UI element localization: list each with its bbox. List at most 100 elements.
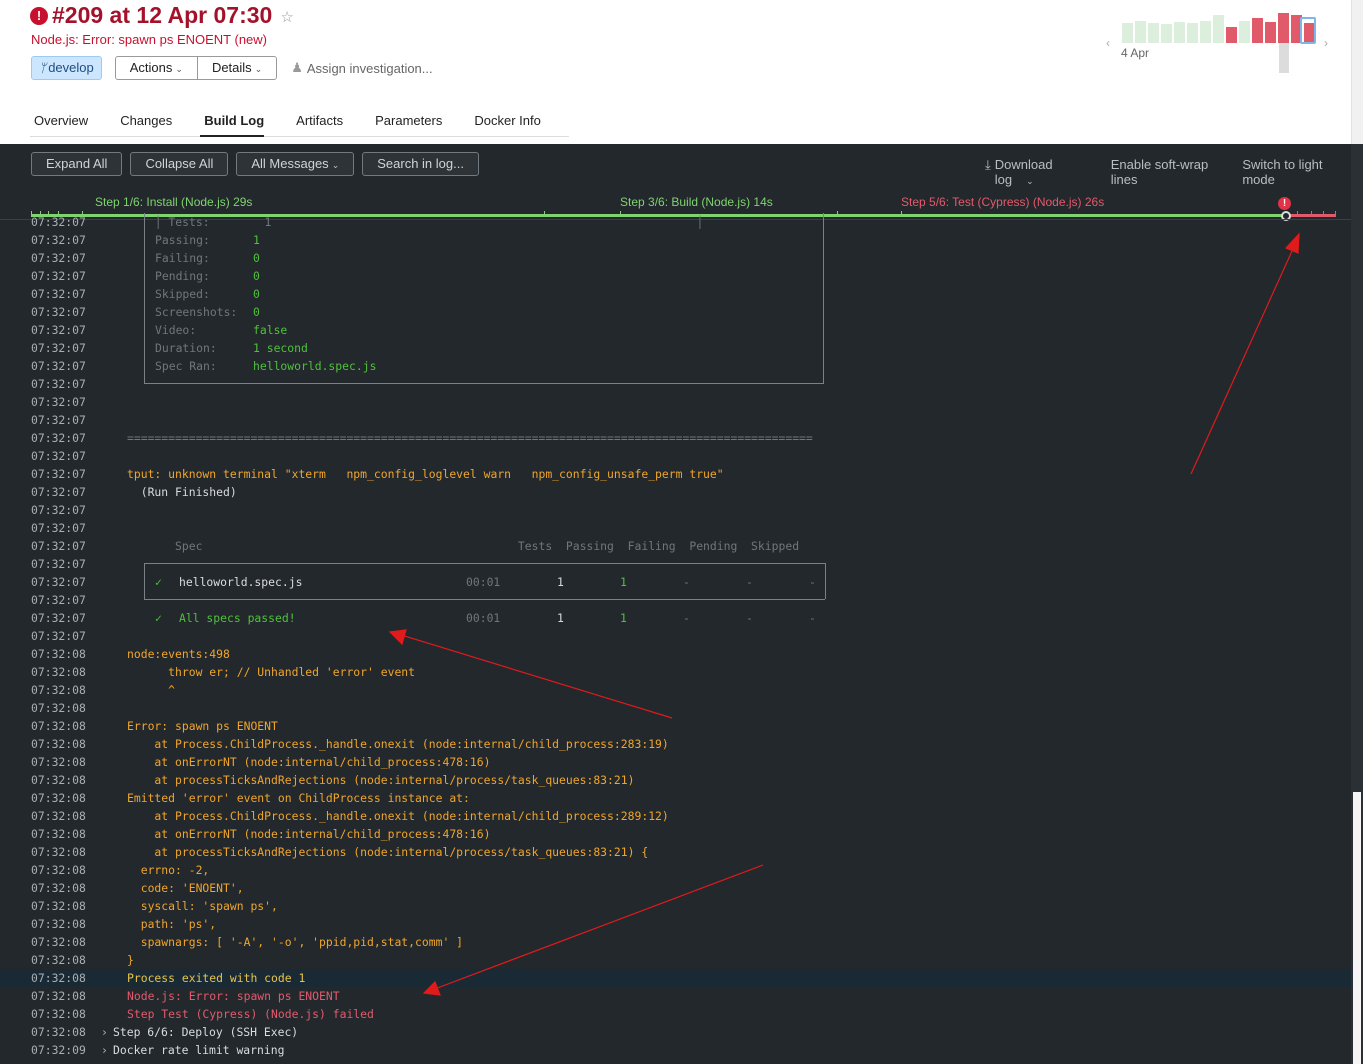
build-header: ! #209 at 12 Apr 07:30 ☆ Node.js: Error:… <box>0 0 1363 144</box>
expand-all-button[interactable]: Expand All <box>31 152 123 176</box>
log-line[interactable]: 07:32:07 <box>0 591 1351 609</box>
log-line[interactable]: 07:32:08 path: 'ps', <box>0 915 1351 933</box>
log-line[interactable]: 07:32:08 throw er; // Unhandled 'error' … <box>0 663 1351 681</box>
log-line[interactable]: 07:32:08 at processTicksAndRejections (n… <box>0 843 1351 861</box>
log-timestamp: 07:32:08 <box>31 845 86 859</box>
log-line[interactable]: 07:32:09 Docker rate limit warning › <box>0 1041 1351 1059</box>
log-line[interactable]: 07:32:08 at processTicksAndRejections (n… <box>0 771 1351 789</box>
history-bar[interactable] <box>1174 22 1185 43</box>
results-key: Screenshots: <box>155 305 238 319</box>
log-line[interactable]: 07:32:07 Spec Tests Passing Failing Pend… <box>0 537 1351 555</box>
log-line[interactable]: 07:32:07 │ Tests: 1 │ <box>0 213 1351 231</box>
step-1-label[interactable]: Step 1/6: Install (Node.js) 29s <box>95 195 252 209</box>
build-history-chart[interactable]: ‹ › 4 Apr <box>1104 10 1344 76</box>
log-line[interactable]: 07:32:07 <box>0 555 1351 573</box>
collapse-all-button[interactable]: Collapse All <box>130 152 229 176</box>
messages-filter-dropdown[interactable]: All Messages ⌄ <box>236 152 355 176</box>
log-line[interactable]: 07:32:07 ================================… <box>0 429 1351 447</box>
log-line[interactable]: 07:32:07 tput: unknown terminal "xterm np… <box>0 465 1351 483</box>
branch-icon: ᛘ <box>39 61 47 75</box>
tab-docker-info[interactable]: Docker Info <box>470 110 540 136</box>
log-line[interactable]: 07:32:08 errno: -2, <box>0 861 1351 879</box>
history-bar[interactable] <box>1187 23 1198 43</box>
log-timestamp: 07:32:08 <box>31 809 86 823</box>
log-line[interactable]: 07:32:07 <box>0 411 1351 429</box>
build-status-text[interactable]: Node.js: Error: spawn ps ENOENT (new) <box>31 32 267 47</box>
log-line[interactable]: 07:32:08 at onErrorNT (node:internal/chi… <box>0 753 1351 771</box>
details-button[interactable]: Details ⌄ <box>196 57 276 79</box>
tab-overview[interactable]: Overview <box>30 110 88 136</box>
history-bar[interactable] <box>1213 15 1224 43</box>
history-bar[interactable] <box>1265 22 1276 43</box>
log-line[interactable]: 07:32:08 <box>0 699 1351 717</box>
log-timestamp: 07:32:08 <box>31 773 86 787</box>
step-5-label[interactable]: Step 5/6: Test (Cypress) (Node.js) 26s <box>901 195 1104 209</box>
log-line[interactable]: 07:32:07 Video: false <box>0 321 1351 339</box>
header-scrollbar[interactable] <box>1351 0 1363 144</box>
timeline-error-icon[interactable]: ! <box>1278 197 1291 210</box>
history-bar[interactable] <box>1200 21 1211 43</box>
history-bar[interactable] <box>1239 21 1250 43</box>
log-line[interactable]: 07:32:08} <box>0 951 1351 969</box>
log-line[interactable]: 07:32:07 Skipped: 0 <box>0 285 1351 303</box>
log-line[interactable]: 07:32:07 (Run Finished) <box>0 483 1351 501</box>
log-line[interactable]: 07:32:07 <box>0 627 1351 645</box>
log-line[interactable]: 07:32:08 Step Test (Cypress) (Node.js) fa… <box>0 1005 1351 1023</box>
log-line[interactable]: 07:32:07 Screenshots: 0 <box>0 303 1351 321</box>
assign-investigation-link[interactable]: ♟ Assign investigation... <box>291 60 432 76</box>
log-line[interactable]: 07:32:07 Pending: 0 <box>0 267 1351 285</box>
favorite-star-icon[interactable]: ☆ <box>280 8 293 26</box>
log-line[interactable]: 07:32:08 syscall: 'spawn ps', <box>0 897 1351 915</box>
log-line[interactable]: 07:32:07 <box>0 501 1351 519</box>
log-line[interactable]: 07:32:08 spawnargs: [ '-A', '-o', 'ppid,… <box>0 933 1351 951</box>
log-line[interactable]: 07:32:07 ✓ All specs passed! 00:01 1 1 - - - <box>0 609 1351 627</box>
log-line[interactable]: 07:32:07 <box>0 519 1351 537</box>
log-line[interactable]: 07:32:08 node:events:498 <box>0 645 1351 663</box>
download-log-button[interactable]: Download log ⌄ <box>995 157 1100 187</box>
log-line[interactable]: 07:32:08 code: 'ENOENT', <box>0 879 1351 897</box>
actions-button[interactable]: Actions ⌄ <box>116 57 197 79</box>
history-bar[interactable] <box>1278 13 1289 43</box>
chevron-left-icon[interactable]: ‹ <box>1106 36 1110 50</box>
log-line[interactable]: 07:32:07 Passing: 1 <box>0 231 1351 249</box>
log-line[interactable]: 07:32:08 at Process.ChildProcess._handle… <box>0 807 1351 825</box>
expand-chevron-icon[interactable]: › <box>101 1041 108 1059</box>
history-bar[interactable] <box>1135 21 1146 43</box>
log-line[interactable]: 07:32:07 Duration: 1 second <box>0 339 1351 357</box>
log-line[interactable]: 07:32:07 <box>0 375 1351 393</box>
log-line[interactable]: 07:32:07 <box>0 447 1351 465</box>
chevron-right-icon[interactable]: › <box>1324 36 1328 50</box>
log-line[interactable]: 07:32:07 <box>0 393 1351 411</box>
results-value: 1 second <box>253 341 308 355</box>
history-bar[interactable] <box>1252 18 1263 43</box>
log-line[interactable]: 07:32:08 Node.js: Error: spawn ps ENOENT <box>0 987 1351 1005</box>
log-line[interactable]: 07:32:07 ✓ helloworld.spec.js 00:01 1 1 - - - <box>0 573 1351 591</box>
log-line[interactable]: 07:32:08 Emitted 'error' event on ChildPr… <box>0 789 1351 807</box>
tab-changes[interactable]: Changes <box>116 110 172 136</box>
history-bar[interactable] <box>1226 27 1237 43</box>
log-line[interactable]: 07:32:07 Spec Ran: helloworld.spec.js <box>0 357 1351 375</box>
log-line[interactable]: 07:32:07 Failing: 0 <box>0 249 1351 267</box>
log-line[interactable]: 07:32:08 ^ <box>0 681 1351 699</box>
tab-parameters[interactable]: Parameters <box>371 110 442 136</box>
history-bar[interactable] <box>1161 24 1172 43</box>
log-line[interactable]: 07:32:08 Step 6/6: Deploy (SSH Exec) › <box>0 1023 1351 1041</box>
log-timestamp: 07:32:08 <box>31 1025 86 1039</box>
log-line[interactable]: 07:32:08 at onErrorNT (node:internal/chi… <box>0 825 1351 843</box>
build-title: #209 at 12 Apr 07:30 <box>52 2 273 28</box>
branch-button[interactable]: ᛘ develop <box>31 56 102 80</box>
log-line[interactable]: 07:32:08 Error: spawn ps ENOENT <box>0 717 1351 735</box>
log-timestamp: 07:32:07 <box>31 305 86 319</box>
log-scrollbar-thumb[interactable] <box>1353 792 1361 1064</box>
step-3-label[interactable]: Step 3/6: Build (Node.js) 14s <box>620 195 773 209</box>
history-bar[interactable] <box>1148 23 1159 43</box>
log-line[interactable]: 07:32:08 Process exited with code 1 <box>0 969 1351 987</box>
search-in-log-button[interactable]: Search in log... <box>362 152 479 176</box>
tab-build-log[interactable]: Build Log <box>200 110 265 137</box>
expand-chevron-icon[interactable]: › <box>101 1023 108 1041</box>
history-bar[interactable] <box>1122 23 1133 43</box>
light-mode-toggle[interactable]: Switch to light mode <box>1242 157 1352 187</box>
tab-artifacts[interactable]: Artifacts <box>292 110 343 136</box>
soft-wrap-toggle[interactable]: Enable soft-wrap lines <box>1111 157 1232 187</box>
log-line[interactable]: 07:32:08 at Process.ChildProcess._handle… <box>0 735 1351 753</box>
